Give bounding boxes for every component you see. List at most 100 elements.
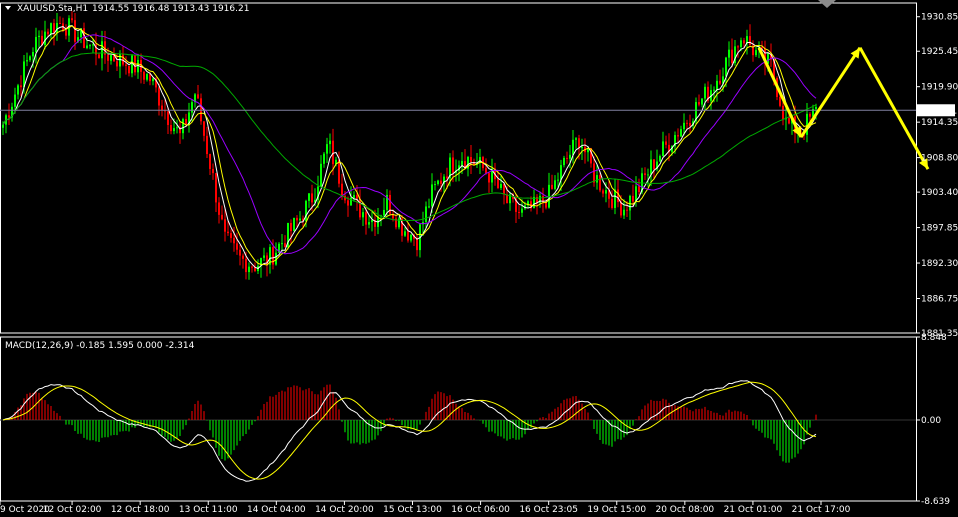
candle-body [197, 94, 199, 99]
candle-body [599, 175, 601, 191]
candle-body [332, 140, 334, 165]
candle-body [311, 193, 313, 203]
candle-body [206, 135, 208, 155]
candle-body [596, 175, 598, 183]
candle-body [239, 249, 241, 256]
candle-body [50, 23, 52, 35]
candle-body [182, 119, 184, 134]
candle-body [263, 255, 265, 258]
candle-body [782, 105, 784, 120]
candle-body [731, 49, 733, 63]
candle-body [116, 61, 118, 67]
candle-body [446, 176, 448, 179]
candle-body [716, 80, 718, 90]
candle-body [356, 195, 358, 199]
time-tick-label: 19 Oct 15:00 [587, 505, 646, 515]
macd-tick-label: 8.848 [921, 333, 947, 343]
candle-body [362, 212, 364, 218]
candle-body [404, 231, 406, 236]
candle-body [644, 173, 646, 176]
candle-body [86, 45, 88, 49]
macd-line [2, 380, 817, 482]
candle-body [623, 209, 625, 216]
chevron-down-icon[interactable] [5, 6, 11, 10]
candle-body [2, 124, 4, 128]
trading-chart[interactable]: 1930.85 1925.45 1919.90 1914.35 1908.80 1903.… [0, 0, 958, 517]
candle-body [701, 98, 703, 105]
forecast-arrow-down-1-shaft [757, 47, 803, 138]
candle-body [749, 36, 751, 46]
price-pane[interactable] [0, 11, 930, 280]
candle-body [173, 128, 175, 132]
candle-body [665, 141, 667, 145]
candle-body [368, 222, 370, 225]
candle-body [290, 222, 292, 232]
candle-body [719, 80, 721, 84]
candle-body [233, 237, 235, 244]
candle-body [149, 74, 151, 82]
candle-body [218, 202, 220, 215]
candle-body [728, 49, 730, 58]
candle-body [500, 184, 502, 188]
candle-body [647, 174, 649, 176]
candle-body [74, 20, 76, 42]
candle-body [227, 231, 229, 234]
candle-body [320, 163, 322, 187]
candle-body [698, 102, 700, 105]
candle-body [755, 50, 757, 56]
candle-body [20, 85, 22, 88]
time-tick-label: 16 Oct 06:00 [451, 505, 510, 515]
candle-body [44, 31, 46, 46]
time-tick-label: 16 Oct 23:05 [519, 505, 578, 515]
candle-body [347, 200, 349, 206]
candle-body [725, 57, 727, 77]
candle-body [209, 154, 211, 169]
candle-body [65, 30, 67, 36]
candle-body [35, 36, 37, 53]
candle-body [620, 202, 622, 216]
candle-body [743, 40, 745, 44]
symbol-label: XAUUSD.Sta,H1 [17, 4, 88, 14]
candle-body [593, 163, 595, 183]
candle-body [248, 266, 250, 273]
candle-body [176, 127, 178, 129]
candle-body [8, 115, 10, 118]
candle-body [71, 18, 73, 21]
candle-body [284, 243, 286, 248]
macd-tick-label: -8.639 [921, 497, 950, 507]
candle-body [683, 122, 685, 130]
candle-body [557, 179, 559, 181]
macd-pane[interactable] [0, 380, 916, 482]
candle-body [338, 159, 340, 184]
candle-body [212, 168, 214, 174]
candle-body [329, 140, 331, 145]
ma-slow-line [2, 34, 817, 255]
candle-body [98, 54, 100, 59]
candle-body [737, 46, 739, 48]
candle-body [560, 165, 562, 180]
candle-body [809, 113, 811, 117]
candle-body [425, 206, 427, 223]
candle-body [47, 31, 49, 35]
candle-body [485, 168, 487, 174]
time-tick-label: 13 Oct 11:00 [179, 505, 238, 515]
candle-body [185, 119, 187, 125]
candle-body [407, 231, 409, 241]
candle-body [440, 180, 442, 184]
candle-body [152, 78, 154, 82]
candle-body [308, 193, 310, 201]
candle-body [470, 157, 472, 162]
candle-body [365, 212, 367, 225]
candle-body [107, 54, 109, 61]
candle-body [341, 183, 343, 196]
candle-body [143, 71, 145, 80]
candle-body [251, 266, 253, 268]
time-tick-label: 15 Oct 13:00 [383, 505, 442, 515]
scroll-marker-icon[interactable] [818, 0, 836, 8]
price-tick-label: 1925.45 [921, 47, 958, 57]
price-tick-label: 1897.85 [921, 224, 958, 234]
macd-label: MACD(12,26,9) -0.185 1.595 0.000 -2.314 [5, 341, 195, 351]
candle-body [662, 141, 664, 157]
candle-body [614, 189, 616, 208]
candle-body [554, 180, 556, 189]
